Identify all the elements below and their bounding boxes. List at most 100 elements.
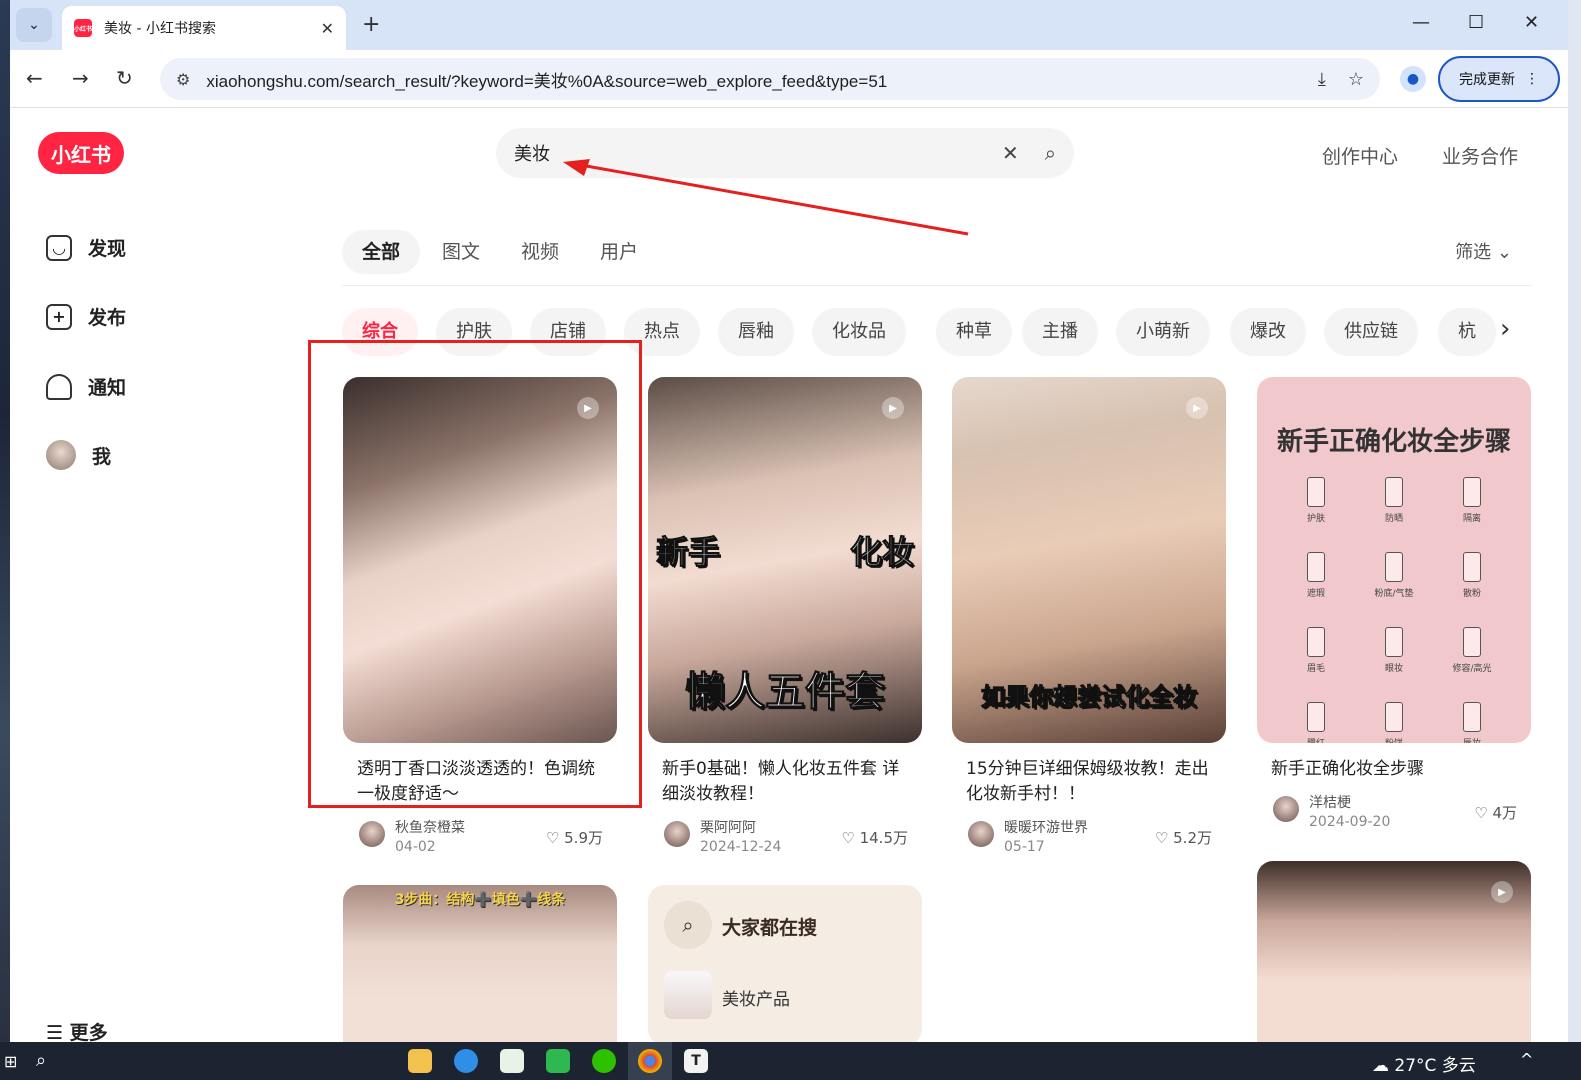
- like-count[interactable]: ♡ 4万: [1474, 802, 1517, 823]
- chip[interactable]: 化妆品: [812, 308, 906, 356]
- note-cover[interactable]: ▶: [343, 377, 617, 743]
- maximize-icon[interactable]: ☐: [1468, 12, 1484, 33]
- sidebar-item-label: 发布: [88, 307, 127, 329]
- file-explorer-icon[interactable]: [408, 1049, 432, 1073]
- sidebar-item-label: 发现: [88, 238, 127, 260]
- note-card[interactable]: 3步曲：结构➕填色➕线条: [343, 885, 617, 1042]
- note-title[interactable]: 15分钟巨详细保姆级妆教！走出化妆新手村！！: [966, 757, 1212, 807]
- chip[interactable]: 热点: [624, 308, 700, 356]
- chip[interactable]: 爆改: [1230, 308, 1306, 356]
- new-tab-icon[interactable]: +: [362, 12, 380, 37]
- note-title[interactable]: 新手正确化妆全步骤: [1271, 757, 1517, 782]
- minimize-icon[interactable]: —: [1412, 12, 1430, 33]
- browser-tab[interactable]: 小红书 美妆 - 小红书搜索 ✕: [62, 6, 346, 50]
- forward-icon[interactable]: →: [72, 66, 89, 90]
- step-item: 唇妆: [1433, 702, 1511, 743]
- creator-center-link[interactable]: 创作中心: [1322, 142, 1398, 169]
- step-label: 遮瑕: [1306, 589, 1325, 599]
- author-avatar[interactable]: [359, 821, 385, 847]
- app-icon[interactable]: [546, 1049, 570, 1073]
- search-input[interactable]: 美妆: [514, 140, 1002, 166]
- edge-icon[interactable]: [454, 1049, 478, 1073]
- like-count[interactable]: ♡ 5.9万: [546, 827, 603, 848]
- tab-notes[interactable]: 图文: [422, 230, 500, 274]
- windows-start-icon[interactable]: ⊞: [4, 1052, 17, 1071]
- author-name[interactable]: 栗阿阿阿: [700, 817, 756, 837]
- note-card[interactable]: ▶ 新手 化妆 懒人五件套 新手0基础！懒人化妆五件套 详细淡妆教程！ 栗阿阿阿…: [648, 377, 922, 857]
- typora-icon[interactable]: T: [684, 1049, 708, 1073]
- address-bar[interactable]: ⚙ xiaohongshu.com/search_result/?keyword…: [160, 58, 1380, 100]
- tab-search-dropdown-icon[interactable]: ⌄: [16, 8, 52, 42]
- like-count[interactable]: ♡ 14.5万: [841, 827, 908, 848]
- chip[interactable]: 护肤: [436, 308, 512, 356]
- chip[interactable]: 综合: [342, 308, 418, 356]
- note-card[interactable]: ▶: [1257, 861, 1531, 1042]
- note-card[interactable]: ▶ 如果你想尝试化全妆 15分钟巨详细保姆级妆教！走出化妆新手村！！ 暖暖环游世…: [952, 377, 1226, 857]
- step-label: 隔离: [1462, 514, 1481, 524]
- chip[interactable]: 供应链: [1324, 308, 1418, 356]
- filter-button[interactable]: 筛选 ⌄: [1455, 238, 1512, 264]
- sidebar-more[interactable]: ☰ 更多: [46, 1018, 108, 1042]
- bookmark-star-icon[interactable]: ☆: [1348, 69, 1364, 90]
- note-cover[interactable]: ▶ 新手 化妆 懒人五件套: [648, 377, 922, 743]
- chip[interactable]: 唇釉: [718, 308, 794, 356]
- author-name[interactable]: 秋鱼奈橙菜: [395, 817, 465, 837]
- app-icon[interactable]: [500, 1049, 524, 1073]
- site-info-icon[interactable]: ⚙: [176, 70, 190, 89]
- author-name[interactable]: 暖暖环游世界: [1004, 817, 1088, 837]
- note-title[interactable]: 透明丁香口淡淡透透的！色调统一极度舒适～: [357, 757, 603, 807]
- chrome-icon[interactable]: [638, 1049, 662, 1073]
- desktop-edge-right: [1568, 0, 1581, 1042]
- note-card[interactable]: 新手正确化妆全步骤 护肤 防晒 隔离 遮瑕 粉底/气垫 散粉 眉毛 眼妆 修容/…: [1257, 377, 1531, 832]
- profile-icon[interactable]: ●: [1400, 66, 1426, 92]
- note-cover[interactable]: ▶ 如果你想尝试化全妆: [952, 377, 1226, 743]
- chip[interactable]: 店铺: [530, 308, 606, 356]
- tab-close-icon[interactable]: ✕: [321, 19, 334, 38]
- like-count[interactable]: ♡ 5.2万: [1155, 827, 1212, 848]
- url-text[interactable]: xiaohongshu.com/search_result/?keyword=美…: [206, 67, 1296, 92]
- site-logo[interactable]: 小红书: [38, 132, 124, 174]
- chip[interactable]: 主播: [1022, 308, 1098, 356]
- tray-chevron-icon[interactable]: ^: [1520, 1050, 1533, 1069]
- like-count-value: 14.5万: [859, 829, 908, 847]
- pencil-icon: [1307, 627, 1325, 657]
- weather-widget[interactable]: ☁ 27°C 多云: [1372, 1051, 1476, 1076]
- chip[interactable]: 种草: [936, 308, 1012, 356]
- hot-item-thumbnail[interactable]: [664, 971, 712, 1019]
- author-avatar[interactable]: [1273, 796, 1299, 822]
- note-cover[interactable]: 3步曲：结构➕填色➕线条: [343, 885, 617, 1042]
- note-cover[interactable]: ▶: [1257, 861, 1531, 1042]
- search-icon[interactable]: ⌕: [1045, 141, 1056, 165]
- chip[interactable]: 小萌新: [1116, 308, 1210, 356]
- note-card[interactable]: ▶ 透明丁香口淡淡透透的！色调统一极度舒适～ 秋鱼奈橙菜 04-02 ♡ 5.9…: [343, 377, 617, 857]
- sidebar-item-discover[interactable]: ◡ 发现: [46, 234, 126, 261]
- makeup-steps: 护肤 防晒 隔离 遮瑕 粉底/气垫 散粉 眉毛 眼妆 修容/高光 腮红 粉饼 唇…: [1277, 477, 1511, 743]
- back-icon[interactable]: ←: [26, 66, 43, 90]
- install-app-icon[interactable]: ⤓: [1318, 69, 1326, 90]
- author-name[interactable]: 洋桔梗: [1309, 792, 1351, 812]
- search-bar[interactable]: 美妆 ✕ ⌕: [496, 128, 1074, 178]
- chevron-right-icon[interactable]: ›: [1500, 314, 1510, 344]
- note-title[interactable]: 新手0基础！懒人化妆五件套 详细淡妆教程！: [662, 757, 908, 807]
- business-link[interactable]: 业务合作: [1442, 142, 1518, 169]
- update-button[interactable]: 完成更新 ⋮: [1438, 56, 1560, 102]
- taskbar-search-icon[interactable]: ⌕: [36, 1050, 46, 1071]
- sidebar-item-me[interactable]: 我: [46, 440, 111, 470]
- author-avatar[interactable]: [664, 821, 690, 847]
- search-icon: ⌕: [664, 901, 712, 949]
- step-item: 散粉: [1433, 552, 1511, 599]
- hot-search-item[interactable]: 美妆产品: [722, 985, 790, 1010]
- chip[interactable]: 杭: [1438, 308, 1496, 356]
- tab-video[interactable]: 视频: [501, 230, 579, 274]
- sidebar-item-notifications[interactable]: 通知: [46, 373, 126, 400]
- tab-users[interactable]: 用户: [580, 230, 658, 274]
- wechat-icon[interactable]: [592, 1049, 616, 1073]
- cover-text: 懒人五件套: [685, 669, 886, 716]
- clear-search-icon[interactable]: ✕: [1002, 141, 1019, 165]
- author-avatar[interactable]: [968, 821, 994, 847]
- note-cover[interactable]: 新手正确化妆全步骤 护肤 防晒 隔离 遮瑕 粉底/气垫 散粉 眉毛 眼妆 修容/…: [1257, 377, 1531, 743]
- tab-all[interactable]: 全部: [342, 230, 421, 274]
- reload-icon[interactable]: ↻: [116, 66, 133, 90]
- sidebar-item-publish[interactable]: + 发布: [46, 303, 126, 330]
- close-window-icon[interactable]: ✕: [1524, 12, 1539, 33]
